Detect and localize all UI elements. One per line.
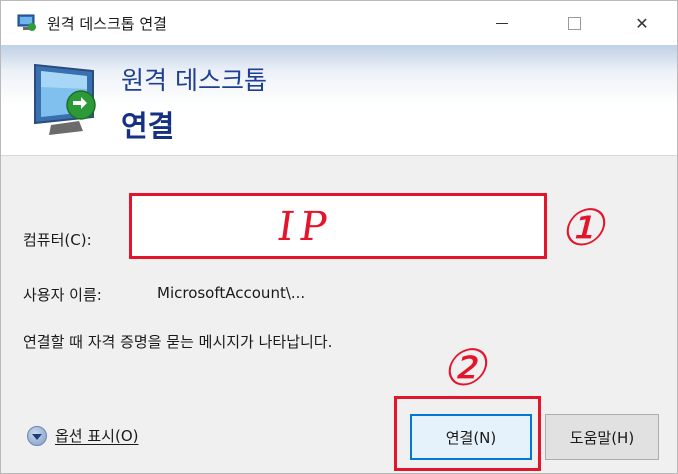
show-options-toggle[interactable]: 옵션 표시(O)	[27, 425, 138, 446]
username-label: 사용자 이름:	[23, 286, 102, 304]
username-value: MicrosoftAccount\...	[157, 284, 306, 302]
chevron-down-icon	[27, 425, 47, 446]
header-subtitle: 연결	[121, 109, 175, 143]
connect-button[interactable]: 연결(N)	[410, 414, 532, 460]
maximize-button[interactable]	[551, 1, 597, 45]
maximize-icon	[567, 16, 581, 30]
close-icon: ✕	[635, 13, 649, 33]
minimize-icon	[496, 22, 508, 24]
ip-annotation: IP	[274, 204, 336, 250]
show-options-label: 옵션 표시(O)	[55, 427, 139, 445]
rdp-window: 원격 데스크톱 연결 ✕ 원격 데스크톱 연결 컴퓨터(C): IP ① 사용자…	[0, 0, 678, 474]
close-button[interactable]: ✕	[619, 1, 665, 45]
help-button[interactable]: 도움말(H)	[545, 414, 659, 460]
remote-desktop-monitor-icon	[34, 63, 96, 135]
remote-desktop-app-icon	[17, 14, 36, 31]
header-title: 원격 데스크톱	[121, 66, 267, 95]
minimize-button[interactable]	[479, 1, 525, 45]
credential-info-text: 연결할 때 자격 증명을 묻는 메시지가 나타납니다.	[23, 333, 333, 351]
computer-label: 컴퓨터(C):	[23, 231, 92, 249]
annotation-marker-2: ②	[441, 339, 486, 397]
window-title: 원격 데스크톱 연결	[47, 15, 167, 33]
computer-input[interactable]: IP	[129, 193, 547, 259]
annotation-marker-1: ①	[559, 199, 604, 257]
title-bar: 원격 데스크톱 연결 ✕	[1, 1, 677, 45]
